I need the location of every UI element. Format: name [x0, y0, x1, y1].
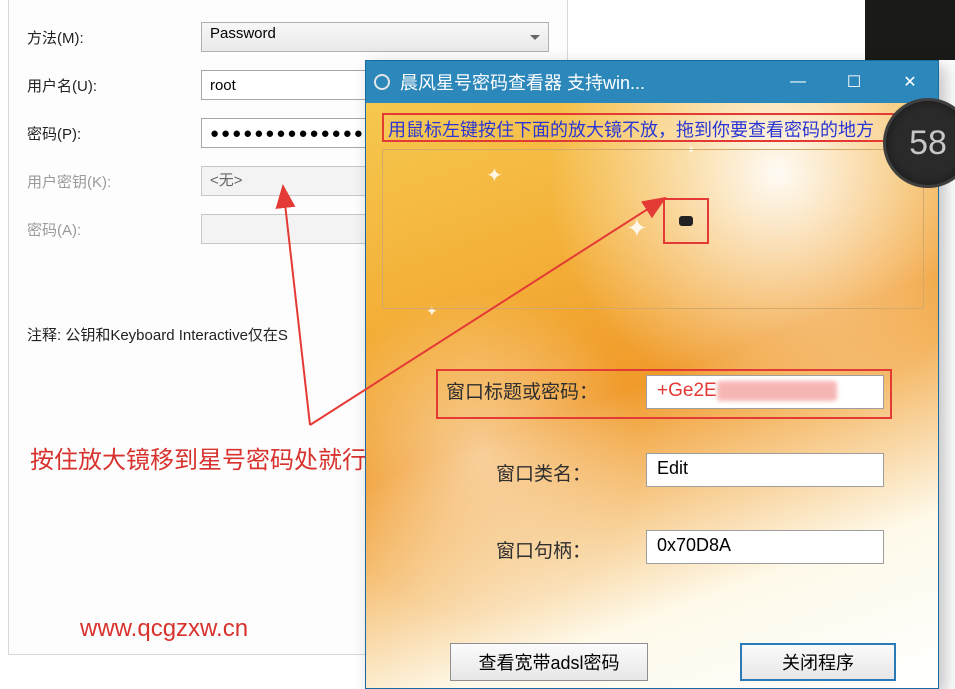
- minimize-button[interactable]: —: [770, 61, 826, 103]
- title-or-password-value[interactable]: +Ge2E: [646, 375, 884, 409]
- window-handle-value[interactable]: 0x70D8A: [646, 530, 884, 564]
- password-viewer-window: 晨风星号密码查看器 支持win... — ☐ ✕ ✦ ✦ ✦ ✦ 用鼠标左键按住…: [365, 60, 939, 689]
- website-url: www.qcgzxw.cn: [80, 615, 248, 643]
- username-label: 用户名(U):: [27, 75, 201, 96]
- close-program-button[interactable]: 关闭程序: [740, 643, 896, 681]
- instruction-text: 用鼠标左键按住下面的放大镜不放，拖到你要查看密码的地方: [382, 113, 924, 142]
- view-adsl-password-button[interactable]: 查看宽带adsl密码: [450, 643, 648, 681]
- background-dark-strip: [865, 0, 955, 60]
- method-label: 方法(M):: [27, 27, 201, 48]
- magnifier-icon[interactable]: [663, 198, 709, 244]
- magnifier-glyph-icon: [679, 216, 693, 226]
- window-handle-label: 窗口句柄：: [496, 536, 591, 563]
- password2-label: 密码(A):: [27, 219, 201, 240]
- tool-body: ✦ ✦ ✦ ✦ 用鼠标左键按住下面的放大镜不放，拖到你要查看密码的地方 窗口标题…: [366, 103, 938, 688]
- annotation-hint: 按住放大镜移到星号密码处就行了: [30, 440, 390, 475]
- revealed-password-prefix: +Ge2E: [657, 380, 717, 401]
- method-dropdown[interactable]: Password: [201, 22, 549, 52]
- window-title: 晨风星号密码查看器 支持win...: [400, 69, 770, 95]
- revealed-password-blurred: [717, 381, 837, 401]
- maximize-button[interactable]: ☐: [826, 61, 882, 103]
- class-name-label: 窗口类名：: [496, 459, 591, 486]
- titlebar[interactable]: 晨风星号密码查看器 支持win... — ☐ ✕: [366, 61, 938, 103]
- app-icon: [374, 74, 390, 90]
- class-name-value[interactable]: Edit: [646, 453, 884, 487]
- password-label: 密码(P):: [27, 123, 201, 144]
- close-button[interactable]: ✕: [882, 61, 938, 103]
- userkey-label: 用户密钥(K):: [27, 171, 201, 192]
- title-or-password-label: 窗口标题或密码：: [446, 377, 598, 404]
- magnifier-drag-area: [382, 149, 924, 309]
